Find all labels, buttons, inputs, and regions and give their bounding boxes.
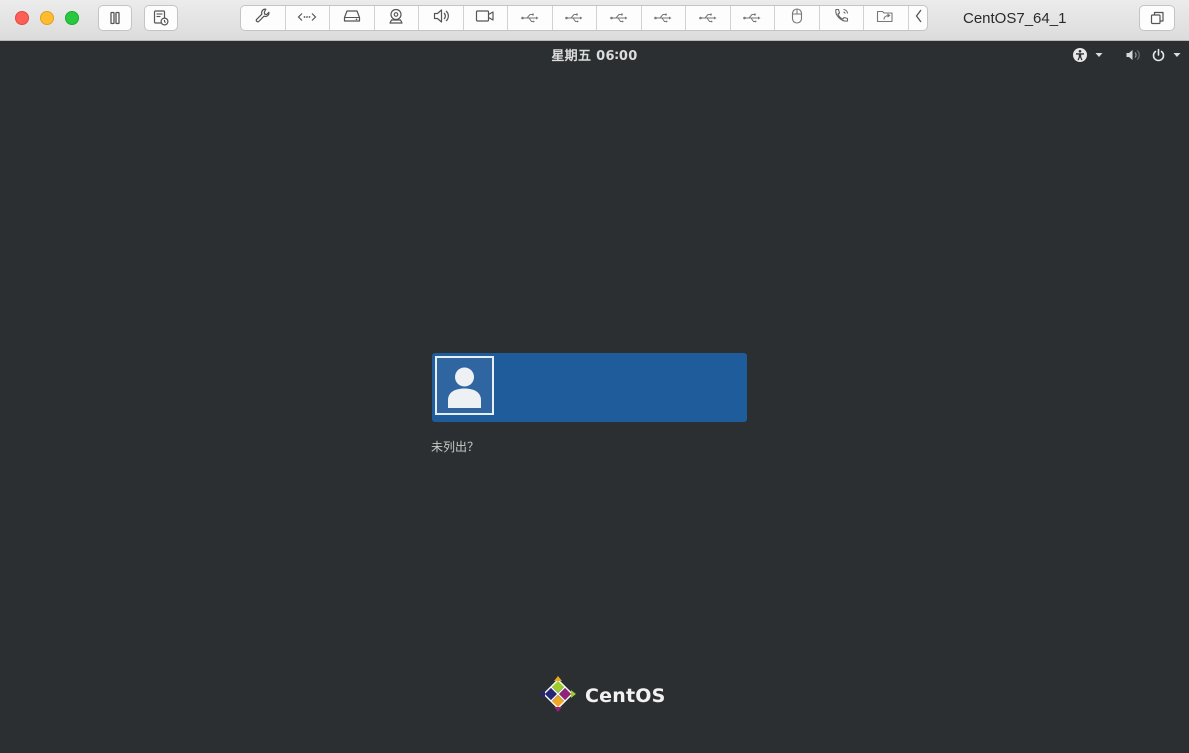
zoom-window-button[interactable]: [65, 11, 79, 25]
phone-icon: [832, 7, 850, 29]
volume-icon: [1125, 48, 1141, 62]
centos-brand: CentOS: [537, 673, 665, 719]
wrench-icon: [254, 7, 272, 29]
network-button[interactable]: [286, 6, 330, 30]
camera-button[interactable]: [375, 6, 419, 30]
speaker-icon: [432, 8, 450, 28]
mouse-button[interactable]: [775, 6, 820, 30]
usb-device-button-2[interactable]: [553, 6, 597, 30]
usb-icon: [742, 9, 762, 28]
close-window-button[interactable]: [15, 11, 29, 25]
windows-stack-icon: [1149, 10, 1165, 26]
settings-button[interactable]: [241, 6, 286, 30]
usb-icon: [520, 9, 540, 28]
network-arrows-icon: [297, 9, 317, 28]
usb-device-button-5[interactable]: [686, 6, 731, 30]
user-list-item[interactable]: [432, 353, 747, 422]
centos-logo-icon: [537, 673, 579, 719]
video-button[interactable]: [464, 6, 508, 30]
chevron-down-icon: [1173, 52, 1181, 58]
usb-device-button-3[interactable]: [597, 6, 642, 30]
avatar: [435, 356, 494, 415]
hard-disk-icon: [343, 8, 361, 28]
centos-brand-text: CentOS: [585, 685, 666, 707]
phone-button[interactable]: [820, 6, 864, 30]
sound-button[interactable]: [419, 6, 464, 30]
shared-folder-button[interactable]: [864, 6, 909, 30]
hard-disk-button[interactable]: [330, 6, 375, 30]
video-camera-icon: [475, 8, 495, 28]
vm-screen[interactable]: 星期五 06∶00 未列出？ CentOS: [0, 41, 1189, 753]
power-icon: [1151, 48, 1166, 63]
vm-window: CentOS7_64_1 星期五 06∶00 未列出？ CentOS: [0, 0, 1189, 753]
system-tray: [1072, 45, 1181, 65]
usb-icon: [653, 9, 673, 28]
shared-folder-icon: [876, 8, 896, 28]
not-listed-link[interactable]: 未列出？: [431, 438, 479, 455]
chevron-left-icon: [914, 8, 924, 28]
pause-vm-button[interactable]: [98, 5, 132, 31]
camera-icon: [387, 7, 405, 29]
window-titlebar: CentOS7_64_1: [0, 0, 1189, 41]
device-toolbar: [240, 5, 928, 31]
minimize-window-button[interactable]: [40, 11, 54, 25]
toolbar-collapse-button[interactable]: [909, 6, 928, 30]
top-bar-clock[interactable]: 星期五 06∶00: [0, 45, 1189, 64]
chevron-down-icon: [1095, 52, 1103, 58]
usb-icon: [698, 9, 718, 28]
mouse-icon: [790, 7, 804, 29]
usb-icon: [564, 9, 584, 28]
system-menu-button[interactable]: [1125, 48, 1181, 63]
window-mode-button[interactable]: [1139, 5, 1175, 31]
user-avatar-icon: [448, 367, 481, 408]
usb-device-button-6[interactable]: [731, 6, 775, 30]
snapshot-button[interactable]: [144, 5, 178, 31]
usb-device-button-1[interactable]: [508, 6, 553, 30]
accessibility-icon: [1072, 47, 1088, 63]
pause-icon: [108, 11, 122, 25]
accessibility-menu-button[interactable]: [1072, 47, 1103, 63]
usb-icon: [609, 9, 629, 28]
window-title: CentOS7_64_1: [963, 10, 1067, 27]
usb-device-button-4[interactable]: [642, 6, 686, 30]
snapshot-icon: [152, 9, 170, 27]
